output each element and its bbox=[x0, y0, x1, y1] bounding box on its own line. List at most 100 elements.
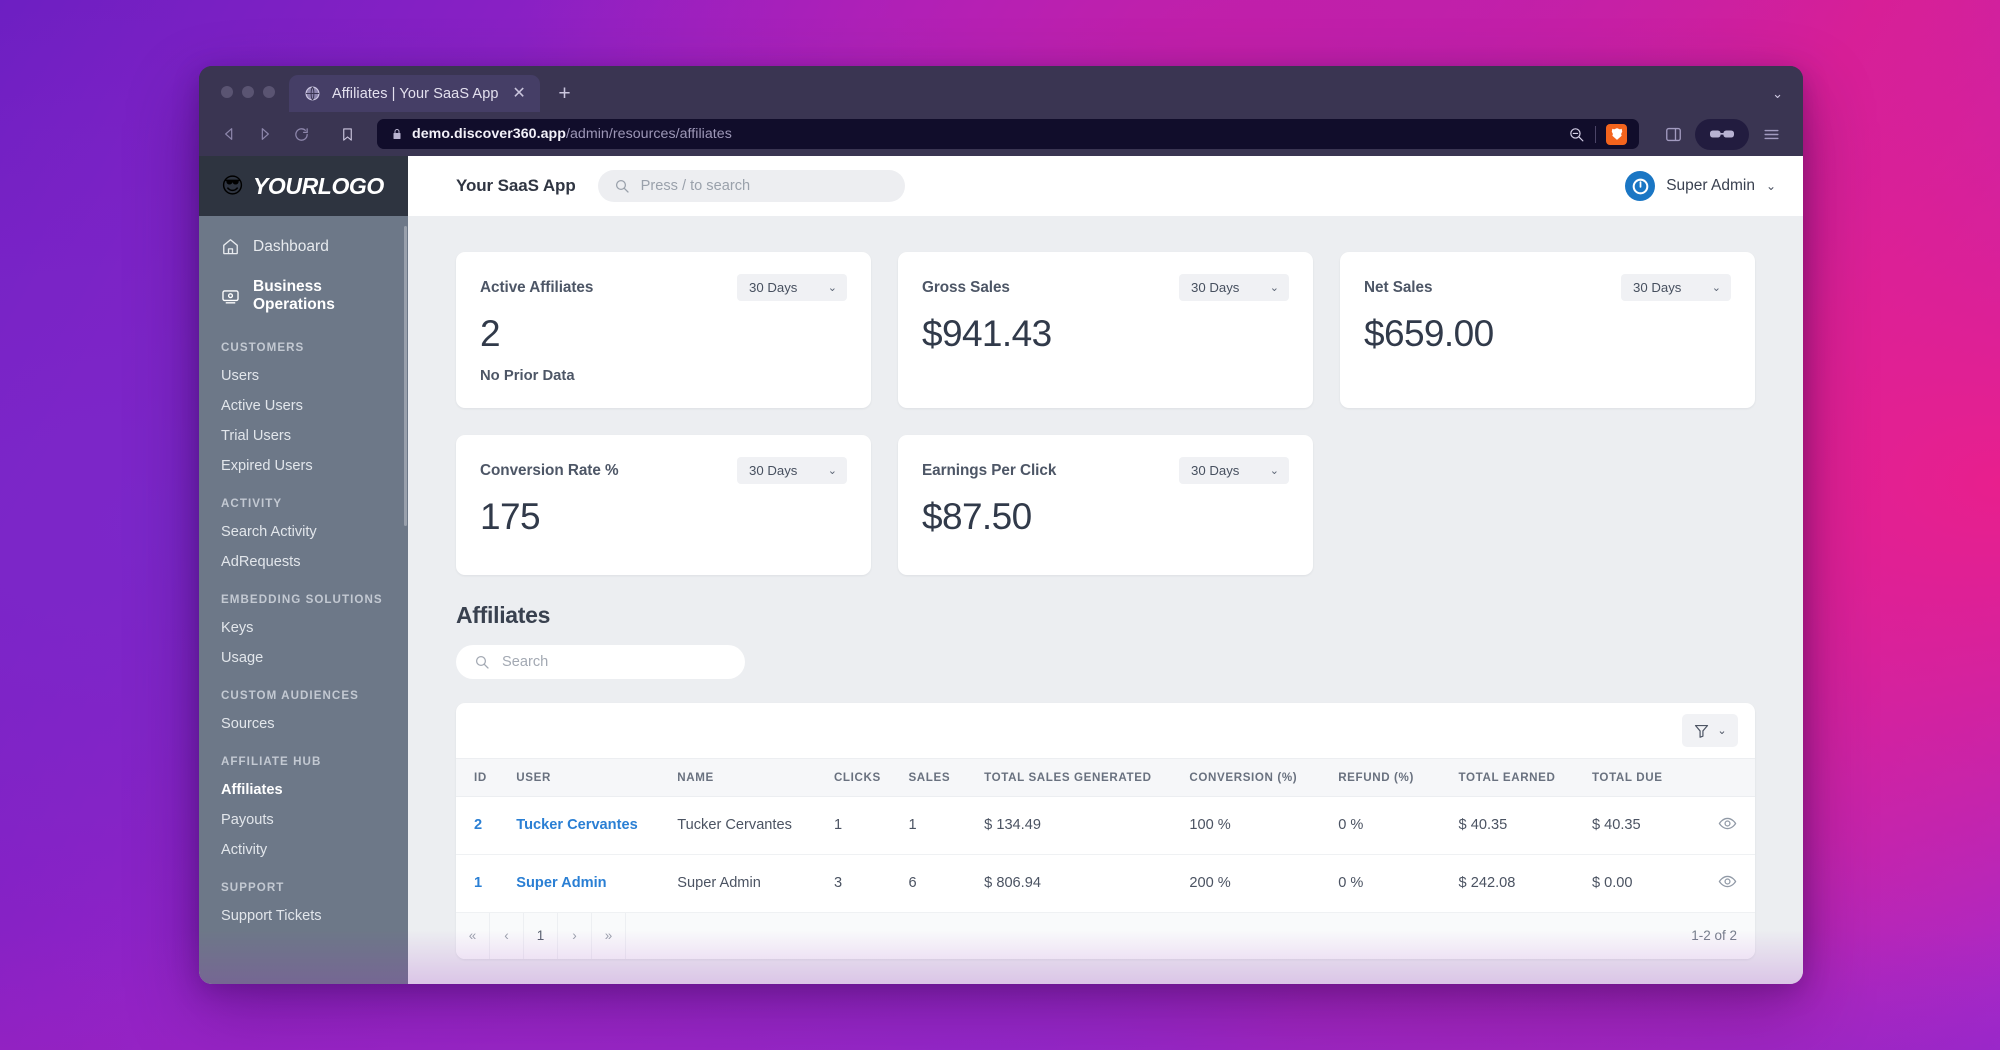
eye-icon bbox=[1718, 817, 1737, 830]
glasses-icon[interactable] bbox=[1695, 118, 1749, 150]
sidebar-item-adrequests[interactable]: AdRequests bbox=[199, 547, 408, 577]
stats-row-2: Conversion Rate % 30 Days ⌄ 175 Earnings… bbox=[456, 434, 1755, 575]
sidebar-item-keys[interactable]: Keys bbox=[199, 613, 408, 643]
divider bbox=[1595, 125, 1596, 143]
sidebar-item-expired-users[interactable]: Expired Users bbox=[199, 451, 408, 481]
back-arrow-icon[interactable] bbox=[213, 118, 245, 150]
cell-total-due: $ 40.35 bbox=[1583, 796, 1701, 855]
window-close-button[interactable] bbox=[221, 86, 233, 98]
search-icon bbox=[475, 655, 489, 669]
sidebar-group-title: EMBEDDING SOLUTIONS bbox=[221, 593, 383, 606]
cell-user[interactable]: Tucker Cervantes bbox=[508, 796, 670, 855]
pagination-first-button[interactable]: « bbox=[456, 912, 490, 959]
column-header-refund[interactable]: REFUND (%) bbox=[1330, 757, 1451, 797]
logo-text: YOURLOGO bbox=[252, 172, 384, 199]
pagination-last-button[interactable]: » bbox=[592, 912, 626, 959]
address-bar[interactable]: demo.discover360.app/admin/resources/aff… bbox=[377, 119, 1639, 149]
table-head: ID USER NAME CLICKS SALES TOTAL SALES GE… bbox=[456, 757, 1755, 797]
global-search-input[interactable]: Press / to search bbox=[597, 170, 905, 202]
sidebar-item-label: Business Operations bbox=[253, 278, 335, 313]
desktop-background: Affiliates | Your SaaS App ✕ + ⌄ demo.di… bbox=[0, 0, 2000, 1050]
affiliates-search-placeholder: Search bbox=[502, 653, 549, 670]
chevron-down-icon: ⌄ bbox=[1717, 724, 1727, 737]
table-header-row: ID USER NAME CLICKS SALES TOTAL SALES GE… bbox=[456, 757, 1755, 797]
affiliates-search-input[interactable]: Search bbox=[456, 644, 745, 679]
range-select[interactable]: 30 Days ⌄ bbox=[737, 456, 847, 484]
chevron-down-icon[interactable]: ⌄ bbox=[1772, 86, 1783, 102]
section-heading: Affiliates bbox=[456, 601, 551, 628]
column-header-sales[interactable]: SALES bbox=[900, 757, 977, 797]
brave-shield-icon[interactable] bbox=[1606, 123, 1627, 145]
column-header-clicks[interactable]: CLICKS bbox=[825, 757, 901, 797]
forward-arrow-icon[interactable] bbox=[249, 118, 281, 150]
card-label: Conversion Rate % bbox=[480, 461, 619, 479]
sidebar-panel-icon[interactable] bbox=[1657, 118, 1689, 150]
avatar bbox=[1625, 171, 1656, 201]
screen-icon bbox=[222, 289, 239, 304]
stat-card-net-sales: Net Sales 30 Days ⌄ $659.00 bbox=[1340, 252, 1755, 408]
column-header-name[interactable]: NAME bbox=[669, 757, 826, 797]
card-header: Net Sales 30 Days ⌄ bbox=[1364, 274, 1731, 301]
cell-name: Super Admin bbox=[669, 854, 826, 913]
close-icon[interactable]: ✕ bbox=[510, 84, 529, 103]
browser-tab-strip: Affiliates | Your SaaS App ✕ + ⌄ bbox=[199, 66, 1803, 112]
window-minimize-button[interactable] bbox=[242, 86, 254, 98]
reload-icon[interactable] bbox=[285, 118, 317, 150]
hamburger-menu-icon[interactable] bbox=[1755, 118, 1787, 150]
range-select[interactable]: 30 Days ⌄ bbox=[1621, 274, 1731, 301]
range-select[interactable]: 30 Days ⌄ bbox=[1179, 274, 1289, 301]
sidebar-item-usage[interactable]: Usage bbox=[199, 643, 408, 673]
stat-card-active-affiliates: Active Affiliates 30 Days ⌄ 2 No Prior D… bbox=[456, 252, 871, 408]
cell-user[interactable]: Super Admin bbox=[508, 854, 670, 913]
pagination-next-button[interactable]: › bbox=[558, 912, 592, 959]
table-row[interactable]: 1 Super Admin Super Admin 3 6 $ 806.94 2… bbox=[456, 854, 1755, 913]
user-menu[interactable]: Super Admin ⌄ bbox=[1625, 171, 1776, 201]
sidebar-item-support-tickets[interactable]: Support Tickets bbox=[199, 901, 408, 931]
column-header-total-sales-generated[interactable]: TOTAL SALES GENERATED bbox=[976, 757, 1182, 797]
zoom-out-icon[interactable] bbox=[1568, 126, 1585, 143]
window-traffic-lights bbox=[213, 86, 289, 112]
sidebar-item-search-activity[interactable]: Search Activity bbox=[199, 517, 408, 547]
pagination-buttons: « ‹ 1 › » bbox=[456, 912, 626, 959]
pagination-page-1-button[interactable]: 1 bbox=[524, 912, 558, 959]
column-header-total-earned[interactable]: TOTAL EARNED bbox=[1450, 757, 1584, 797]
sidebar-item-sources[interactable]: Sources bbox=[199, 709, 408, 739]
table-row[interactable]: 2 Tucker Cervantes Tucker Cervantes 1 1 … bbox=[456, 796, 1755, 855]
globe-icon bbox=[305, 86, 320, 101]
column-header-id[interactable]: ID bbox=[456, 757, 509, 797]
sidebar-item-business-operations[interactable]: Business Operations bbox=[199, 267, 408, 325]
column-header-total-due[interactable]: TOTAL DUE bbox=[1583, 757, 1701, 797]
pagination-prev-button[interactable]: ‹ bbox=[490, 912, 524, 959]
view-row-button[interactable] bbox=[1700, 796, 1755, 855]
sidebar-scrollbar[interactable] bbox=[404, 226, 407, 526]
cell-id[interactable]: 2 bbox=[456, 796, 509, 855]
view-row-button[interactable] bbox=[1700, 854, 1755, 913]
column-header-conversion[interactable]: CONVERSION (%) bbox=[1181, 757, 1331, 797]
app-header: Your SaaS App Press / to search Super Ad… bbox=[408, 156, 1803, 216]
cell-conversion: 200 % bbox=[1181, 854, 1331, 913]
sidebar-item-activity[interactable]: Activity bbox=[199, 835, 408, 865]
cell-id[interactable]: 1 bbox=[456, 854, 509, 913]
browser-tab[interactable]: Affiliates | Your SaaS App ✕ bbox=[289, 75, 540, 112]
sidebar-item-users[interactable]: Users bbox=[199, 361, 408, 391]
sidebar-item-affiliates[interactable]: Affiliates bbox=[199, 775, 408, 805]
sidebar-item-dashboard[interactable]: Dashboard bbox=[199, 226, 408, 267]
window-maximize-button[interactable] bbox=[263, 86, 275, 98]
range-select[interactable]: 30 Days ⌄ bbox=[1179, 456, 1289, 484]
sidebar-logo[interactable]: 😎 YOURLOGO bbox=[199, 156, 408, 216]
cell-total-earned: $ 242.08 bbox=[1450, 854, 1584, 913]
sidebar-group-title: AFFILIATE HUB bbox=[221, 755, 322, 768]
column-header-user[interactable]: USER bbox=[508, 757, 670, 797]
sidebar-group-title: CUSTOM AUDIENCES bbox=[221, 689, 359, 702]
bookmark-icon[interactable] bbox=[331, 118, 363, 150]
address-bar-url: demo.discover360.app/admin/resources/aff… bbox=[412, 126, 1559, 142]
pagination-count: 1-2 of 2 bbox=[1691, 928, 1737, 944]
range-select[interactable]: 30 Days ⌄ bbox=[737, 274, 847, 301]
card-label: Gross Sales bbox=[922, 279, 1010, 296]
filter-button[interactable]: ⌄ bbox=[1682, 713, 1738, 747]
new-tab-button[interactable]: + bbox=[550, 78, 580, 108]
sidebar-item-active-users[interactable]: Active Users bbox=[199, 391, 408, 421]
sidebar-item-payouts[interactable]: Payouts bbox=[199, 805, 408, 835]
sidebar-item-trial-users[interactable]: Trial Users bbox=[199, 421, 408, 451]
range-value: 30 Days bbox=[1191, 462, 1240, 478]
